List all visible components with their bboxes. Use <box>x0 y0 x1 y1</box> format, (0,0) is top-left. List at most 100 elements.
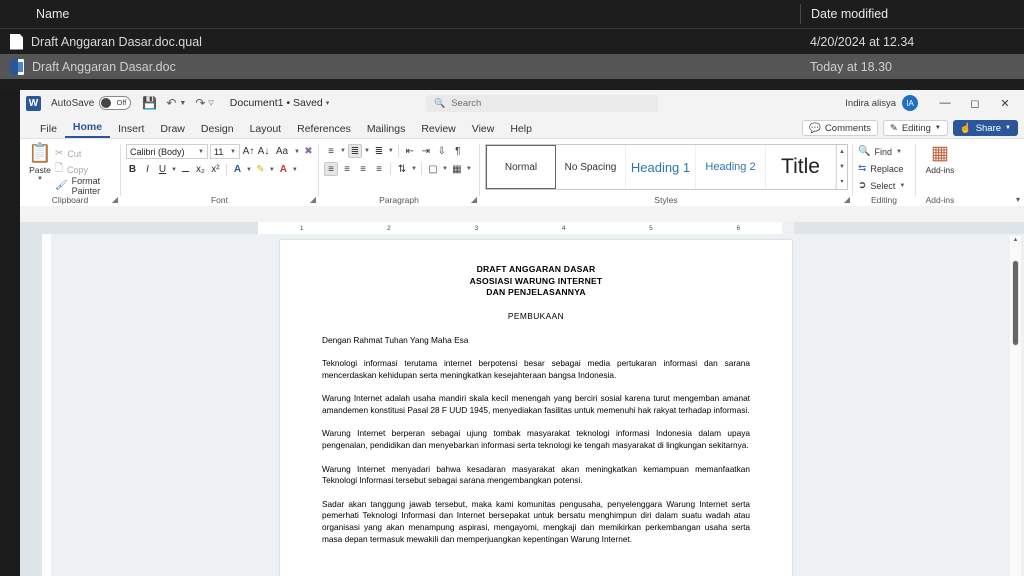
redo-icon[interactable]: ↷ <box>195 96 205 110</box>
multilevel-list-icon[interactable]: ≣ <box>372 144 386 158</box>
share-button[interactable]: ☝ Share ▼ <box>952 120 1018 136</box>
font-color-button[interactable]: A <box>277 162 290 177</box>
change-case-button[interactable]: Aa <box>272 144 292 159</box>
undo-dropdown-icon[interactable]: ▼ <box>179 100 186 107</box>
chevron-down-icon[interactable]: ▼ <box>246 167 252 173</box>
document-name-chevron-icon[interactable]: ▾ <box>326 99 330 107</box>
font-size-combobox[interactable]: 11 ▼ <box>210 144 240 159</box>
font-name-combobox[interactable]: Calibri (Body) ▼ <box>126 144 208 159</box>
tab-layout[interactable]: Layout <box>242 123 290 138</box>
style-heading-2[interactable]: Heading 2 <box>696 145 766 189</box>
chevron-down-icon[interactable]: ▼ <box>37 176 43 182</box>
scroll-up-icon[interactable]: ▲ <box>837 145 847 160</box>
document-name-label[interactable]: Document1 • Saved <box>230 97 323 109</box>
scroll-up-icon[interactable]: ▲ <box>1010 236 1021 245</box>
subscript-icon[interactable]: x₂ <box>194 162 207 177</box>
increase-indent-icon[interactable]: ⇥ <box>419 144 433 158</box>
document-page[interactable]: DRAFT ANGGARAN DASAR ASOSIASI WARUNG INT… <box>280 240 792 576</box>
format-painter-icon: 🖌 <box>54 180 68 191</box>
addins-button[interactable]: ▦ Add-ins <box>921 144 959 176</box>
shading-icon[interactable]: ▢ <box>426 162 440 176</box>
tab-file[interactable]: File <box>32 123 65 138</box>
borders-icon[interactable]: ▦ <box>450 162 464 176</box>
grow-font-icon[interactable]: A↑ <box>242 144 255 159</box>
column-header-date-modified[interactable]: Date modified <box>800 4 1024 24</box>
file-row-unselected[interactable]: Draft Anggaran Dasar.doc.qual 4/20/2024 … <box>0 29 1024 54</box>
editing-mode-button[interactable]: ✎ Editing ▼ <box>882 120 948 136</box>
tab-view[interactable]: View <box>464 123 503 138</box>
styles-more-icon[interactable]: ▾ <box>837 174 847 189</box>
sort-icon[interactable]: ⇩ <box>435 144 449 158</box>
style-title[interactable]: Title <box>766 145 836 189</box>
scrollbar-thumb[interactable] <box>1012 260 1019 346</box>
tab-draw[interactable]: Draw <box>152 123 193 138</box>
strikethrough-icon[interactable]: ⚊ <box>179 162 192 177</box>
style-no-spacing[interactable]: No Spacing <box>556 145 626 189</box>
tab-references[interactable]: References <box>289 123 359 138</box>
italic-button[interactable]: I <box>141 162 154 177</box>
line-spacing-icon[interactable]: ⇅ <box>395 162 409 176</box>
text-effects-button[interactable]: A <box>231 162 244 177</box>
align-left-icon[interactable]: ≡ <box>324 162 338 176</box>
vertical-ruler[interactable] <box>42 234 51 576</box>
autosave-toggle[interactable]: Off <box>99 96 132 110</box>
bullet-list-icon[interactable]: ≡ <box>324 144 338 158</box>
search-box[interactable]: 🔍 Search <box>426 95 658 112</box>
customize-quick-access-icon[interactable]: ▽ <box>208 99 213 107</box>
column-header-name[interactable]: Name <box>0 7 800 21</box>
restore-icon[interactable]: ◻ <box>960 90 990 116</box>
avatar[interactable]: IA <box>902 95 918 111</box>
font-dialog-launcher-icon[interactable]: ◢ <box>310 195 316 204</box>
close-icon[interactable]: ✕ <box>990 90 1020 116</box>
find-button[interactable]: 🔍 Find ▼ <box>858 144 902 159</box>
vertical-scrollbar[interactable]: ▲ <box>1010 236 1021 576</box>
tab-mailings[interactable]: Mailings <box>359 123 414 138</box>
cut-button[interactable]: ✂ Cut <box>55 146 115 161</box>
chevron-down-icon[interactable]: ▼ <box>294 149 300 155</box>
shrink-font-icon[interactable]: A↓ <box>257 144 270 159</box>
clipboard-dialog-launcher-icon[interactable]: ◢ <box>112 195 118 204</box>
show-formatting-marks-icon[interactable]: ¶ <box>451 144 465 158</box>
replace-button[interactable]: ⇆ Replace <box>858 161 903 176</box>
chevron-down-icon[interactable]: ▼ <box>171 167 177 173</box>
collapse-ribbon-icon[interactable]: ▾ <box>1016 195 1020 204</box>
chevron-down-icon[interactable]: ▼ <box>340 148 346 154</box>
ribbon-group-clipboard: 📋 Paste ▼ ✂ Cut 🗋 Copy 🖌 Format Painter … <box>20 142 120 206</box>
paste-button[interactable]: 📋 Paste ▼ <box>25 144 55 183</box>
chevron-down-icon[interactable]: ▼ <box>269 167 275 173</box>
superscript-icon[interactable]: x² <box>209 162 222 177</box>
chevron-down-icon[interactable]: ▼ <box>442 166 448 172</box>
tab-home[interactable]: Home <box>64 121 111 138</box>
clear-formatting-icon[interactable]: ✖ <box>302 144 315 159</box>
decrease-indent-icon[interactable]: ⇤ <box>403 144 417 158</box>
style-heading-1[interactable]: Heading 1 <box>626 145 696 189</box>
underline-button[interactable]: U <box>156 162 169 177</box>
align-right-icon[interactable]: ≡ <box>356 162 370 176</box>
undo-icon[interactable]: ↶ <box>166 96 176 110</box>
style-normal[interactable]: Normal <box>486 145 556 189</box>
file-row-selected[interactable]: Draft Anggaran Dasar.doc Today at 18.30 <box>0 54 1024 79</box>
chevron-down-icon[interactable]: ▼ <box>364 148 370 154</box>
text-highlight-icon[interactable]: ✎ <box>254 162 267 177</box>
minimize-icon[interactable]: — <box>930 90 960 116</box>
chevron-down-icon[interactable]: ▼ <box>466 166 472 172</box>
tab-design[interactable]: Design <box>193 123 242 138</box>
save-icon[interactable]: 💾 <box>142 96 157 110</box>
format-painter-button[interactable]: 🖌 Format Painter <box>54 176 115 196</box>
scroll-down-icon[interactable]: ▼ <box>837 160 847 175</box>
select-button[interactable]: ➲ Select ▼ <box>858 178 905 193</box>
tab-review[interactable]: Review <box>413 123 463 138</box>
paragraph-dialog-launcher-icon[interactable]: ◢ <box>471 195 477 204</box>
comments-button[interactable]: 💬 Comments <box>802 120 878 136</box>
numbered-list-icon[interactable]: ≣ <box>347 144 362 158</box>
chevron-down-icon[interactable]: ▼ <box>411 166 417 172</box>
tab-insert[interactable]: Insert <box>110 123 152 138</box>
chevron-down-icon[interactable]: ▼ <box>388 148 394 154</box>
tab-help[interactable]: Help <box>502 123 540 138</box>
styles-dialog-launcher-icon[interactable]: ◢ <box>844 195 850 204</box>
horizontal-ruler[interactable]: 1 2 3 4 5 6 <box>258 222 782 234</box>
justify-icon[interactable]: ≡ <box>372 162 386 176</box>
chevron-down-icon[interactable]: ▼ <box>292 167 298 173</box>
align-center-icon[interactable]: ≡ <box>340 162 354 176</box>
bold-button[interactable]: B <box>126 162 139 177</box>
